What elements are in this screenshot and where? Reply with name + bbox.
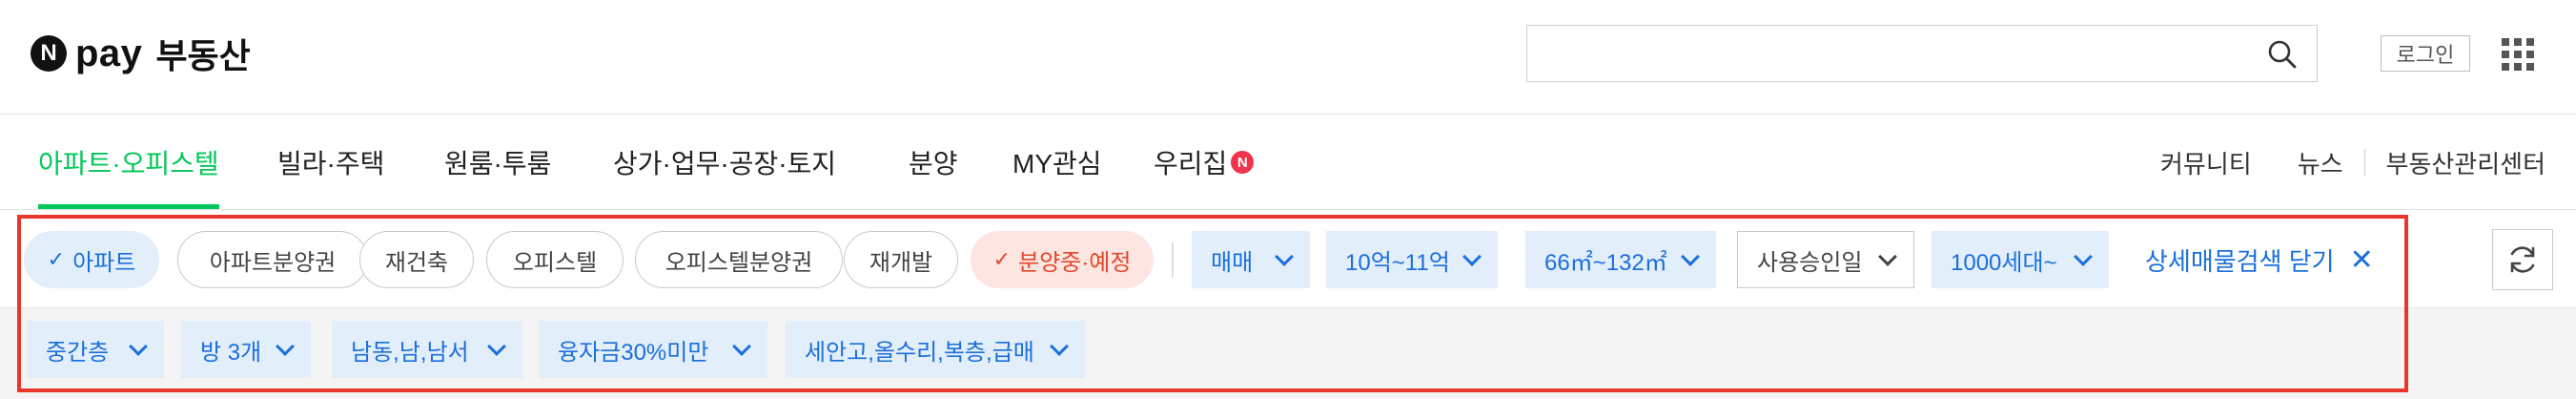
floor-dropdown[interactable]: 중간층: [27, 321, 164, 378]
chip-label: 아파트분양권: [209, 249, 337, 276]
close-detail-search-button[interactable]: 상세매물검색 닫기 ✕: [2145, 241, 2374, 279]
dropdown-value: 매매: [1211, 249, 1254, 276]
filter-divider: [1172, 242, 1174, 277]
tab-my-interest[interactable]: MY관심: [1012, 115, 1102, 210]
naver-pay-real-estate-logo[interactable]: N pay 부동산: [31, 32, 251, 75]
chip-reconstruction[interactable]: 재건축: [359, 231, 474, 288]
chevron-down-icon: [1878, 246, 1897, 266]
dropdown-value: 중간층: [46, 339, 110, 366]
news-link[interactable]: 뉴스: [2298, 145, 2343, 180]
chevron-down-icon: [2074, 246, 2093, 266]
price-dropdown[interactable]: 10억~11억: [1326, 231, 1498, 288]
tab-label: 분양: [909, 149, 958, 178]
approval-date-dropdown[interactable]: 사용승인일: [1737, 231, 1914, 288]
dropdown-value: 1000세대~: [1951, 249, 2057, 276]
chevron-down-icon: [732, 336, 751, 356]
chip-apartment[interactable]: ✓ 아파트: [24, 231, 159, 288]
chip-label: 분양중·예정: [1018, 249, 1132, 276]
trade-type-dropdown[interactable]: 매매: [1192, 231, 1310, 288]
tab-my-home[interactable]: 우리집 N: [1154, 115, 1255, 210]
close-detail-label: 상세매물검색 닫기: [2145, 246, 2335, 276]
close-icon: ✕: [2349, 243, 2374, 276]
search-box: [1526, 25, 2318, 82]
chevron-down-icon: [1681, 246, 1700, 266]
loan-dropdown[interactable]: 융자금30%미만: [539, 321, 767, 378]
login-button[interactable]: 로그인: [2381, 35, 2470, 72]
dropdown-value: 방 3개: [200, 339, 262, 366]
dropdown-value: 세안고,올수리,복층,급매: [805, 339, 1034, 366]
logo-title: 부동산: [155, 36, 251, 75]
chip-apartment-presale-right[interactable]: 아파트분양권: [177, 231, 368, 288]
agency-center-link[interactable]: 부동산관리센터: [2386, 145, 2545, 180]
naver-n-logo-icon: N: [31, 35, 67, 72]
chevron-down-icon: [1275, 246, 1294, 266]
logo-pay-text: pay: [75, 32, 143, 74]
top-header: N pay 부동산 로그인: [0, 0, 2576, 115]
chevron-down-icon: [487, 336, 506, 356]
chip-label: 재개발: [869, 249, 933, 276]
area-dropdown[interactable]: 66㎡~132㎡: [1525, 231, 1716, 288]
chip-redevelopment[interactable]: 재개발: [844, 231, 958, 288]
tab-label: 우리집: [1154, 149, 1228, 178]
chip-label: 아파트: [72, 249, 136, 276]
check-icon: ✓: [992, 247, 1012, 271]
tab-label: MY관심: [1012, 149, 1102, 178]
tab-apartment-officetel[interactable]: 아파트·오피스텔: [38, 115, 219, 210]
active-tab-indicator: [38, 204, 219, 209]
tab-villa-house[interactable]: 빌라·주택: [277, 115, 384, 210]
tab-label: 상가·업무·공장·토지: [613, 149, 837, 178]
check-icon: ✓: [47, 247, 66, 271]
tab-label: 빌라·주택: [277, 149, 385, 178]
tab-label: 원룸·투룸: [444, 149, 552, 178]
tab-commercial-land[interactable]: 상가·업무·공장·토지: [613, 115, 836, 210]
chevron-down-icon: [129, 336, 148, 356]
tab-label: 아파트·오피스텔: [38, 149, 219, 178]
tab-presale[interactable]: 분양: [909, 115, 958, 210]
search-input[interactable]: [1527, 26, 2252, 81]
chip-label: 오피스텔: [512, 249, 598, 276]
main-nav: 아파트·오피스텔 빌라·주택 원룸·투룸 상가·업무·공장·토지 분양 MY관심…: [0, 115, 2576, 210]
dropdown-value: 융자금30%미만: [558, 339, 709, 366]
apps-grid-icon[interactable]: [2502, 38, 2534, 71]
community-link[interactable]: 커뮤니티: [2160, 145, 2252, 180]
search-icon[interactable]: [2267, 39, 2298, 70]
refresh-icon: [2510, 246, 2535, 273]
chip-officetel-presale-right[interactable]: 오피스텔분양권: [635, 231, 843, 288]
nav-right-links: 커뮤니티 뉴스 부동산관리센터: [2160, 115, 2545, 210]
chip-label: 오피스텔분양권: [664, 249, 813, 276]
direction-dropdown[interactable]: 남동,남,남서: [332, 321, 522, 378]
new-badge: N: [1231, 151, 1255, 174]
tab-oneroom-tworoom[interactable]: 원룸·투룸: [444, 115, 551, 210]
dropdown-value: 사용승인일: [1757, 249, 1863, 276]
households-dropdown[interactable]: 1000세대~: [1932, 231, 2109, 288]
dropdown-value: 66㎡~132㎡: [1544, 249, 1667, 276]
dropdown-value: 남동,남,남서: [351, 339, 469, 366]
nav-divider: [2363, 149, 2365, 176]
rooms-dropdown[interactable]: 방 3개: [181, 321, 311, 378]
chip-label: 재건축: [384, 249, 449, 276]
chevron-down-icon: [1050, 336, 1069, 356]
chevron-down-icon: [276, 336, 295, 356]
dropdown-value: 10억~11억: [1345, 249, 1450, 276]
chip-presale-ongoing[interactable]: ✓ 분양중·예정: [971, 231, 1154, 288]
refresh-button[interactable]: [2492, 229, 2553, 290]
features-dropdown[interactable]: 세안고,올수리,복층,급매: [786, 321, 1085, 378]
chip-officetel[interactable]: 오피스텔: [486, 231, 624, 288]
chevron-down-icon: [1462, 246, 1482, 266]
